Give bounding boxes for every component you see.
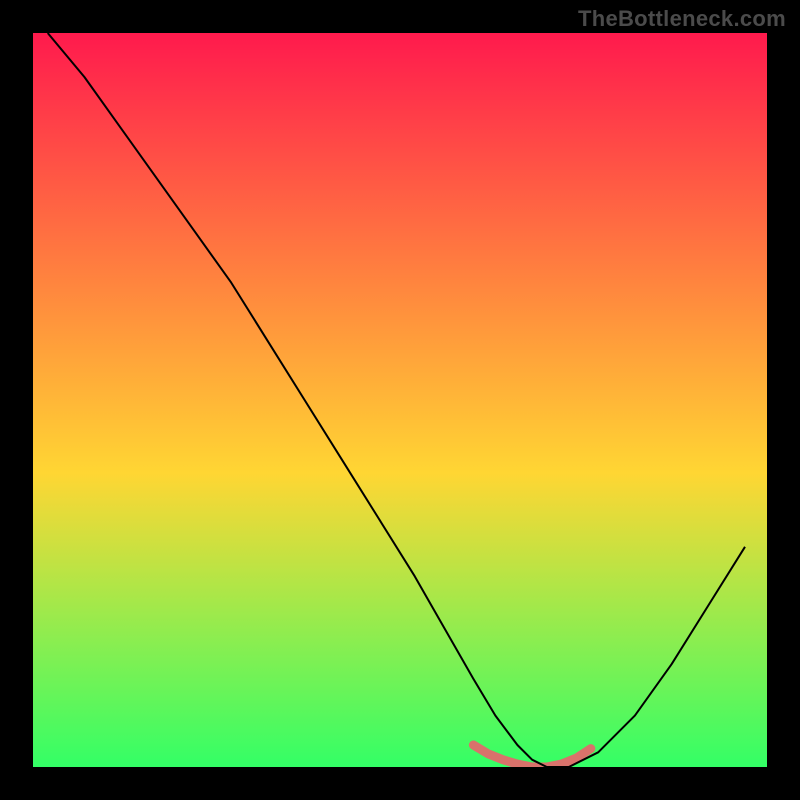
bottleneck-chart (0, 0, 800, 800)
plot-background (33, 33, 767, 767)
watermark-text: TheBottleneck.com (578, 6, 786, 32)
chart-stage: TheBottleneck.com (0, 0, 800, 800)
